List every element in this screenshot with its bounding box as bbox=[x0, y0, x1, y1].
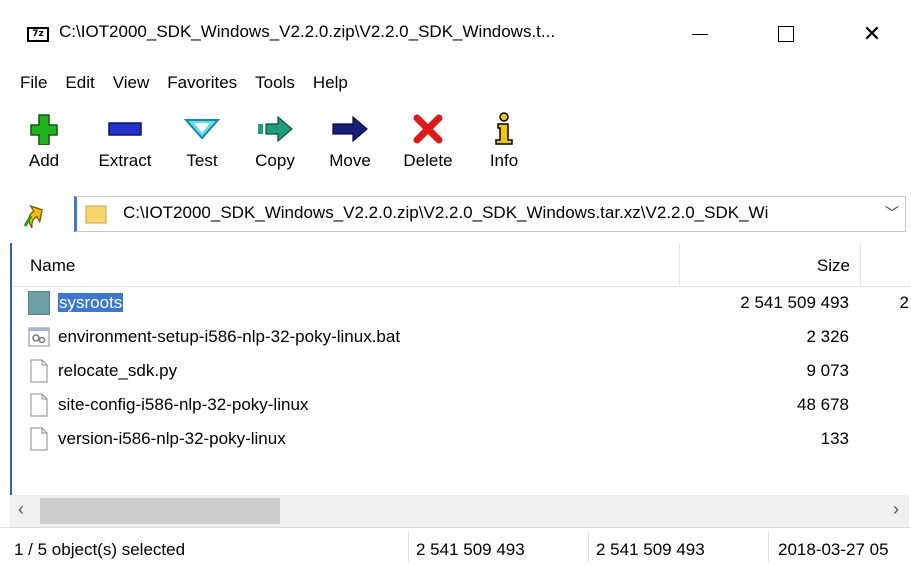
column-divider[interactable] bbox=[860, 243, 861, 286]
list-item[interactable]: sysroots 2 541 509 493 2 bbox=[12, 286, 911, 320]
status-bar: 1 / 5 object(s) selected 2 541 509 493 2… bbox=[0, 527, 911, 566]
menu-tools[interactable]: Tools bbox=[246, 70, 304, 96]
batch-file-icon bbox=[28, 327, 50, 347]
delete-x-icon bbox=[413, 114, 443, 144]
test-button[interactable]: Test bbox=[180, 108, 224, 190]
status-divider bbox=[408, 532, 409, 562]
up-folder-button[interactable] bbox=[20, 199, 46, 229]
menu-file[interactable]: File bbox=[0, 70, 56, 96]
file-icon bbox=[30, 393, 48, 417]
chevron-down-icon[interactable]: ﹀ bbox=[885, 203, 899, 223]
add-label: Add bbox=[28, 151, 60, 170]
folder-icon bbox=[85, 205, 107, 224]
info-icon bbox=[495, 112, 513, 145]
maximize-button[interactable] bbox=[756, 10, 816, 58]
file-size: 2 541 509 493 bbox=[740, 293, 849, 312]
file-name: relocate_sdk.py bbox=[58, 361, 178, 380]
move-arrow-icon bbox=[332, 115, 368, 143]
add-button[interactable]: Add bbox=[22, 108, 66, 190]
move-label: Move bbox=[329, 151, 371, 170]
scroll-right-icon[interactable]: › bbox=[893, 499, 899, 520]
file-name: sysroots bbox=[56, 292, 125, 313]
address-bar[interactable]: C:\IOT2000_SDK_Windows_V2.2.0.zip\V2.2.0… bbox=[74, 196, 906, 232]
minimize-button[interactable] bbox=[670, 10, 730, 58]
list-item[interactable]: site-config-i586-nlp-32-poky-linux 48 67… bbox=[12, 388, 911, 422]
extract-button[interactable]: Extract bbox=[94, 108, 156, 190]
plus-icon bbox=[30, 114, 58, 145]
file-size: 48 678 bbox=[797, 395, 849, 414]
menu-view[interactable]: View bbox=[104, 70, 159, 96]
file-name: site-config-i586-nlp-32-poky-linux bbox=[58, 395, 309, 414]
copy-arrow-icon bbox=[258, 115, 293, 143]
move-button[interactable]: Move bbox=[324, 108, 376, 190]
menu-bar: File Edit View Favorites Tools Help bbox=[0, 70, 357, 96]
file-name: environment-setup-i586-nlp-32-poky-linux… bbox=[58, 327, 401, 346]
check-chevron-icon bbox=[184, 119, 220, 140]
title-bar[interactable]: 7z C:\IOT2000_SDK_Windows_V2.2.0.zip\V2.… bbox=[0, 0, 911, 58]
delete-button[interactable]: Delete bbox=[398, 108, 458, 190]
menu-edit[interactable]: Edit bbox=[56, 70, 103, 96]
up-arrow-icon bbox=[23, 204, 43, 228]
status-modified: 2018-03-27 05 bbox=[778, 540, 889, 559]
copy-button[interactable]: Copy bbox=[250, 108, 300, 190]
file-list: Name Size sysroots 2 541 509 493 2 envir… bbox=[10, 243, 911, 495]
extract-label: Extract bbox=[98, 151, 152, 170]
delete-label: Delete bbox=[403, 151, 453, 170]
info-button[interactable]: Info bbox=[484, 108, 524, 190]
status-packed-size: 2 541 509 493 bbox=[596, 540, 705, 559]
file-size: 9 073 bbox=[806, 361, 849, 380]
scrollbar-thumb[interactable] bbox=[40, 498, 280, 524]
menu-help[interactable]: Help bbox=[304, 70, 357, 96]
file-size: 133 bbox=[820, 429, 849, 448]
minimize-icon bbox=[692, 33, 708, 35]
column-name[interactable]: Name bbox=[30, 256, 75, 276]
list-item[interactable]: version-i586-nlp-32-poky-linux 133 bbox=[12, 422, 911, 456]
column-divider[interactable] bbox=[679, 243, 680, 286]
address-path: C:\IOT2000_SDK_Windows_V2.2.0.zip\V2.2.0… bbox=[123, 203, 769, 222]
status-divider bbox=[588, 532, 589, 562]
file-icon bbox=[30, 427, 48, 451]
file-next-column: 2 bbox=[899, 293, 909, 312]
list-item[interactable]: relocate_sdk.py 9 073 bbox=[12, 354, 911, 388]
toolbar: Add Extract Test Copy Move Delete Info bbox=[0, 108, 600, 190]
status-divider bbox=[768, 532, 769, 562]
copy-label: Copy bbox=[255, 151, 295, 170]
test-label: Test bbox=[186, 151, 218, 170]
close-button[interactable]: ✕ bbox=[842, 10, 902, 58]
horizontal-scrollbar[interactable]: ‹ › bbox=[10, 495, 909, 527]
file-size: 2 326 bbox=[806, 327, 849, 346]
maximize-icon bbox=[778, 26, 794, 42]
menu-favorites[interactable]: Favorites bbox=[158, 70, 246, 96]
scroll-left-icon[interactable]: ‹ bbox=[18, 499, 24, 520]
app-icon: 7z bbox=[27, 27, 49, 42]
minus-icon bbox=[108, 122, 142, 136]
column-size[interactable]: Size bbox=[802, 256, 850, 276]
close-icon: ✕ bbox=[862, 21, 882, 47]
list-header: Name Size bbox=[12, 243, 911, 287]
file-name: version-i586-nlp-32-poky-linux bbox=[58, 429, 286, 448]
folder-icon bbox=[28, 291, 50, 315]
status-selection: 1 / 5 object(s) selected bbox=[14, 540, 186, 559]
status-size: 2 541 509 493 bbox=[416, 540, 525, 559]
list-item[interactable]: environment-setup-i586-nlp-32-poky-linux… bbox=[12, 320, 911, 354]
window-title: C:\IOT2000_SDK_Windows_V2.2.0.zip\V2.2.0… bbox=[59, 22, 556, 41]
info-label: Info bbox=[489, 151, 519, 170]
file-icon bbox=[30, 359, 48, 383]
